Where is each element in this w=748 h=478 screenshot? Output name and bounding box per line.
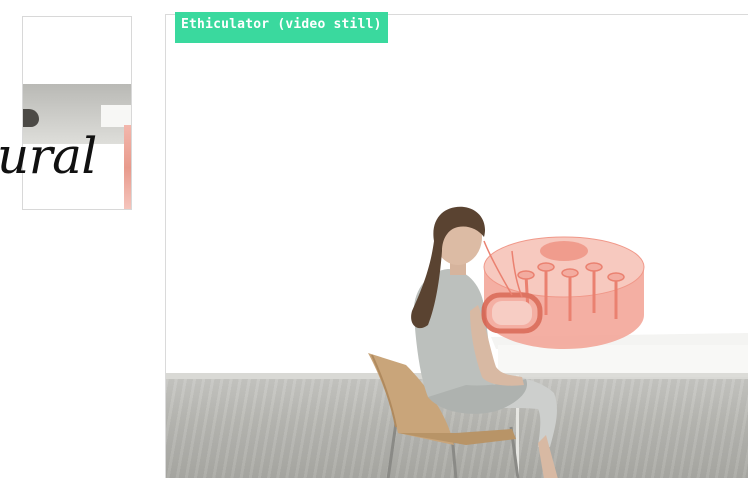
ethiculator-device	[481, 236, 645, 349]
image-caption-tag: Ethiculator (video still)	[175, 12, 388, 43]
screenshot: ural Ethiculator (video still)	[0, 0, 748, 478]
thumbnail-word: ural	[0, 127, 97, 185]
thumbnail-figure	[23, 109, 39, 127]
scene-illustration	[166, 206, 748, 478]
main-image[interactable]	[165, 14, 748, 478]
thumbnail-table	[101, 105, 131, 127]
thumbnail-pink-edge	[124, 125, 131, 209]
